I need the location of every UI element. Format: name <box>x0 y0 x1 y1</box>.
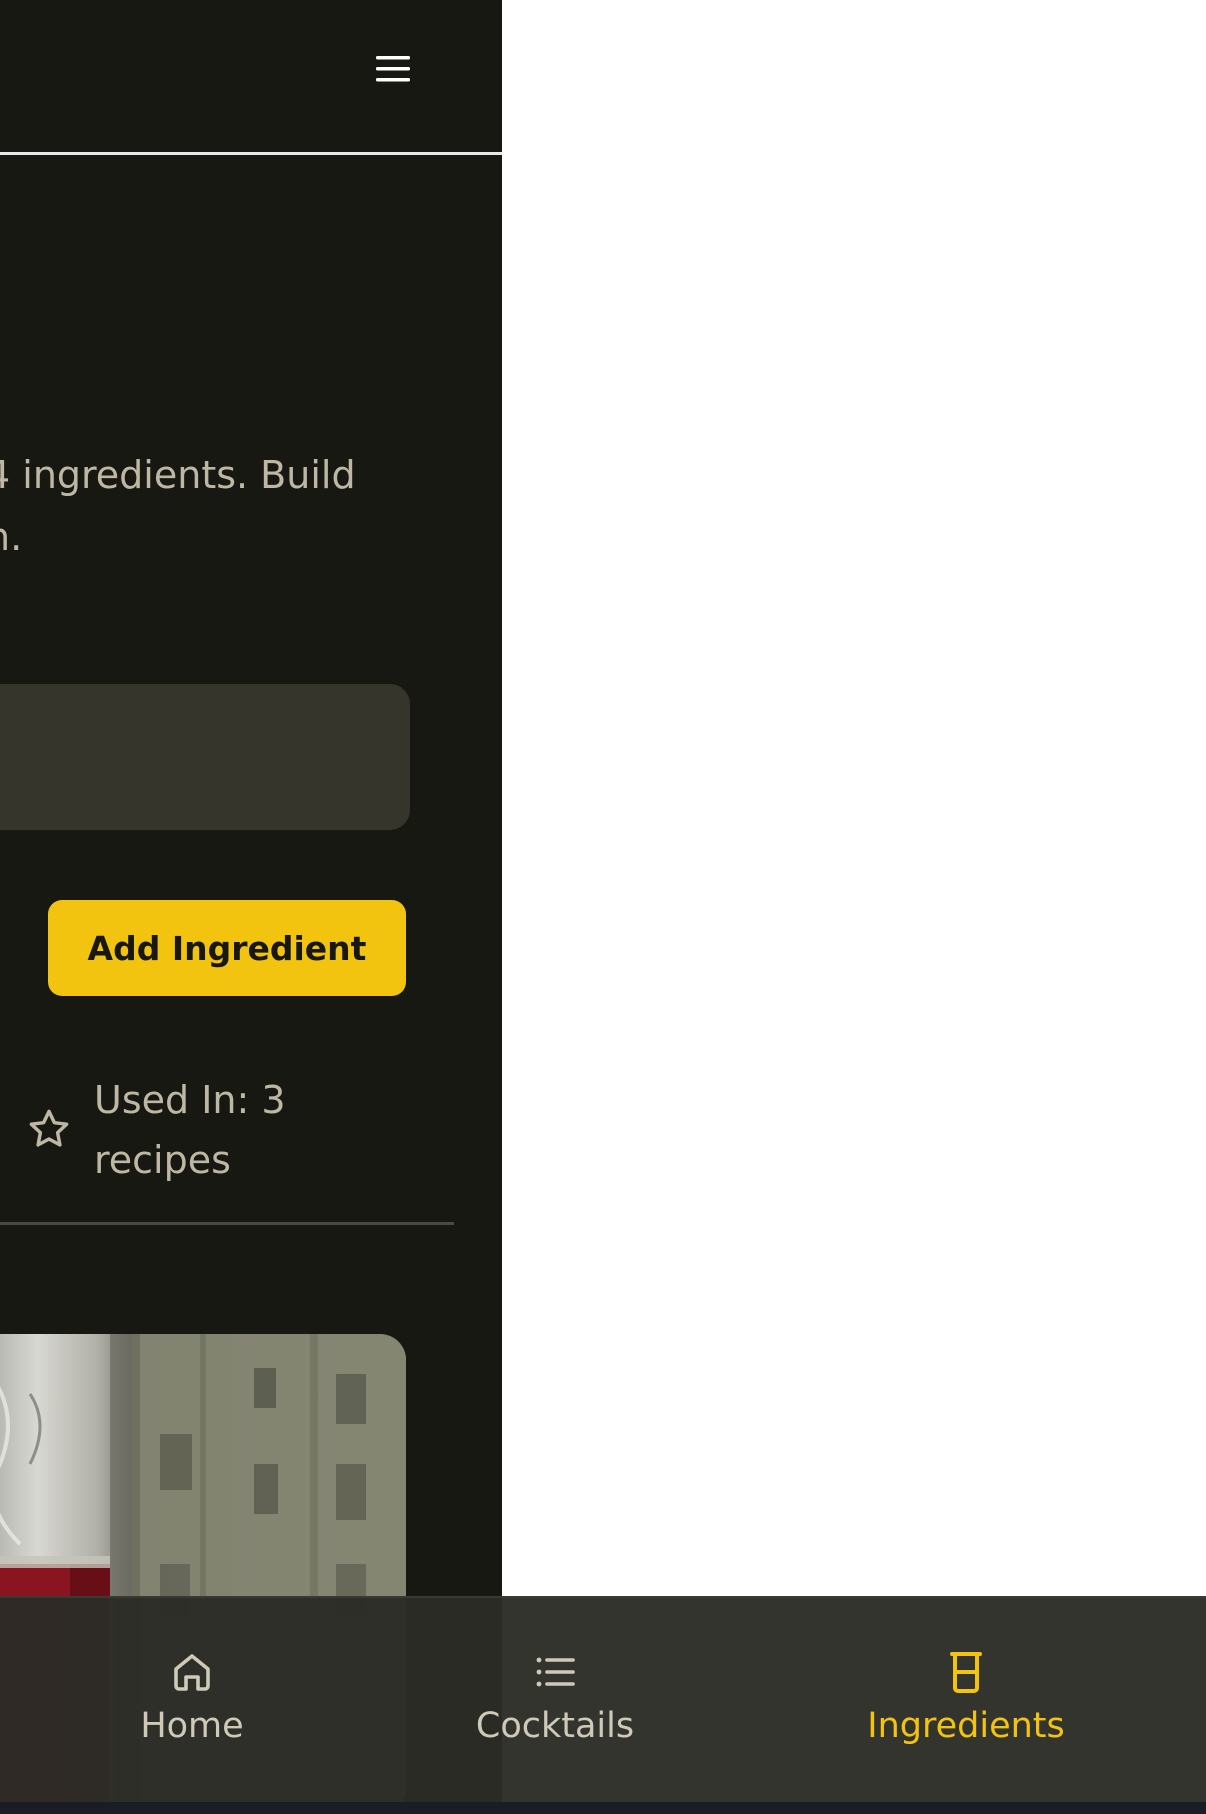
nav-label-ingredients: Ingredients <box>867 1706 1065 1746</box>
add-ingredient-button[interactable]: Add Ingredient <box>48 900 406 996</box>
menu-button[interactable] <box>362 46 424 92</box>
header-divider <box>0 152 502 155</box>
ingredient-row[interactable]: Used In: 3 recipes <box>0 1070 454 1220</box>
search-input[interactable] <box>0 684 410 830</box>
top-bar <box>0 0 502 152</box>
ingredients-description: 4 ingredients. Build n. <box>0 453 356 559</box>
bottom-navigation: Home Cocktails Ingredients <box>0 1596 1206 1804</box>
star-outline-icon[interactable] <box>26 1106 72 1152</box>
nav-label-home: Home <box>140 1706 244 1746</box>
used-in-count: Used In: 3 recipes <box>94 1078 286 1182</box>
app-panel: 4 ingredients. Build n. Add Ingredient U… <box>0 0 502 1814</box>
home-icon <box>174 1654 210 1691</box>
system-bottom-strip <box>0 1802 1206 1814</box>
list-icon <box>536 1657 575 1687</box>
row-divider <box>0 1222 454 1225</box>
nav-item-ingredients[interactable]: Ingredients <box>846 1598 1086 1804</box>
hamburger-menu-icon <box>376 56 410 82</box>
screen: 4 ingredients. Build n. Add Ingredient U… <box>0 0 1206 1814</box>
nav-item-home[interactable]: Home <box>92 1598 292 1804</box>
nav-item-cocktails[interactable]: Cocktails <box>455 1598 655 1804</box>
beaker-icon <box>950 1652 982 1693</box>
nav-label-cocktails: Cocktails <box>475 1706 635 1746</box>
